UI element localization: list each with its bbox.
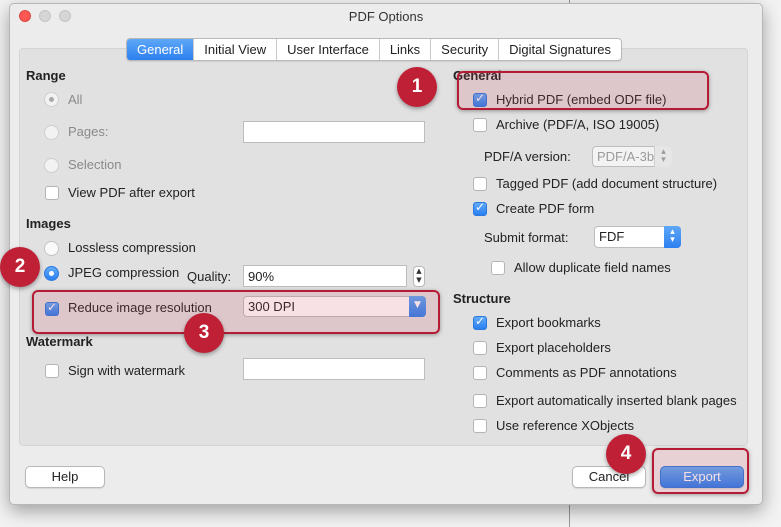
lossless-compression-radio[interactable] <box>44 241 59 256</box>
step-badge-2: 2 <box>0 247 40 287</box>
create-pdf-form-checkbox[interactable] <box>473 200 487 216</box>
step-badge-3: 3 <box>184 313 224 353</box>
tagged-pdf-label: Tagged PDF (add document structure) <box>496 176 718 191</box>
export-blank-pages-checkbox[interactable] <box>473 394 487 408</box>
range-pages-label: Pages: <box>68 124 109 139</box>
structure-heading: Structure <box>453 291 511 306</box>
pdf-options-dialog: PDF Options General Initial View User In… <box>9 3 763 505</box>
quality-field[interactable]: 90% <box>243 265 407 287</box>
range-all-radio[interactable] <box>44 92 59 107</box>
step-badge-1: 1 <box>397 67 437 107</box>
comments-as-annotations-checkbox[interactable] <box>473 366 487 380</box>
quality-stepper[interactable]: ▲ ▼ <box>413 266 425 287</box>
jpeg-compression-radio[interactable] <box>44 266 59 281</box>
tab-bar: General Initial View User Interface Link… <box>126 38 623 61</box>
tab-user-interface[interactable]: User Interface <box>277 39 380 60</box>
tagged-pdf-checkbox[interactable] <box>473 177 487 191</box>
export-placeholders-label: Export placeholders <box>496 340 611 355</box>
range-pages-radio[interactable] <box>44 125 59 140</box>
chevron-updown-icon: ▴ ▾ <box>654 146 672 167</box>
tab-initial-view[interactable]: Initial View <box>194 39 278 60</box>
use-reference-xobjects-checkbox[interactable] <box>473 419 487 433</box>
sign-with-watermark-checkbox[interactable] <box>45 364 59 378</box>
allow-duplicate-field-names-label: Allow duplicate field names <box>514 260 671 275</box>
tab-digital-signatures[interactable]: Digital Signatures <box>499 39 621 60</box>
chevron-updown-icon: ▴ ▾ <box>664 226 681 248</box>
view-pdf-after-export-label: View PDF after export <box>68 185 195 200</box>
images-heading: Images <box>26 216 71 231</box>
pdfa-version-value: PDF/A-3b <box>597 149 655 164</box>
comments-as-annotations-label: Comments as PDF annotations <box>496 365 677 380</box>
export-placeholders-checkbox[interactable] <box>473 341 487 355</box>
allow-duplicate-field-names-checkbox[interactable] <box>491 261 505 275</box>
help-button[interactable]: Help <box>25 466 105 488</box>
range-selection-radio[interactable] <box>44 158 59 173</box>
submit-format-value: FDF <box>599 229 625 244</box>
highlight-hybrid-pdf <box>457 71 709 110</box>
watermark-text-field[interactable] <box>243 358 425 380</box>
lossless-compression-label: Lossless compression <box>68 240 196 255</box>
range-selection-label: Selection <box>68 157 122 172</box>
highlight-reduce-resolution <box>32 290 440 334</box>
export-blank-pages-label: Export automatically inserted blank page… <box>496 393 737 408</box>
tab-general[interactable]: General <box>127 39 195 60</box>
tab-security[interactable]: Security <box>431 39 500 60</box>
submit-format-select[interactable]: FDF ▴ ▾ <box>594 226 681 248</box>
archive-pdfa-checkbox[interactable] <box>473 118 487 132</box>
window-title: PDF Options <box>348 9 424 24</box>
use-reference-xobjects-label: Use reference XObjects <box>496 418 635 433</box>
watermark-heading: Watermark <box>26 334 93 349</box>
create-pdf-form-label: Create PDF form <box>496 201 595 216</box>
range-all-label: All <box>68 92 83 107</box>
quality-label: Quality: <box>187 269 232 284</box>
title-bar: PDF Options <box>10 4 762 28</box>
range-heading: Range <box>26 68 66 83</box>
export-bookmarks-checkbox[interactable] <box>473 314 487 330</box>
step-badge-4: 4 <box>606 434 646 474</box>
highlight-export-button <box>652 448 749 494</box>
pdfa-version-label: PDF/A version: <box>484 149 571 164</box>
pdfa-version-select[interactable]: PDF/A-3b ▴ ▾ <box>592 146 672 167</box>
sign-with-watermark-label: Sign with watermark <box>68 363 186 378</box>
pages-field[interactable] <box>243 121 425 143</box>
archive-pdfa-label: Archive (PDF/A, ISO 19005) <box>496 117 660 132</box>
view-pdf-after-export-checkbox[interactable] <box>45 186 59 200</box>
chevron-down-icon: ▼ <box>416 276 422 284</box>
jpeg-compression-label: JPEG compression <box>68 265 180 280</box>
submit-format-label: Submit format: <box>484 230 569 245</box>
tab-links[interactable]: Links <box>380 39 432 60</box>
chevron-up-icon: ▲ <box>416 267 422 275</box>
export-bookmarks-label: Export bookmarks <box>496 315 601 330</box>
